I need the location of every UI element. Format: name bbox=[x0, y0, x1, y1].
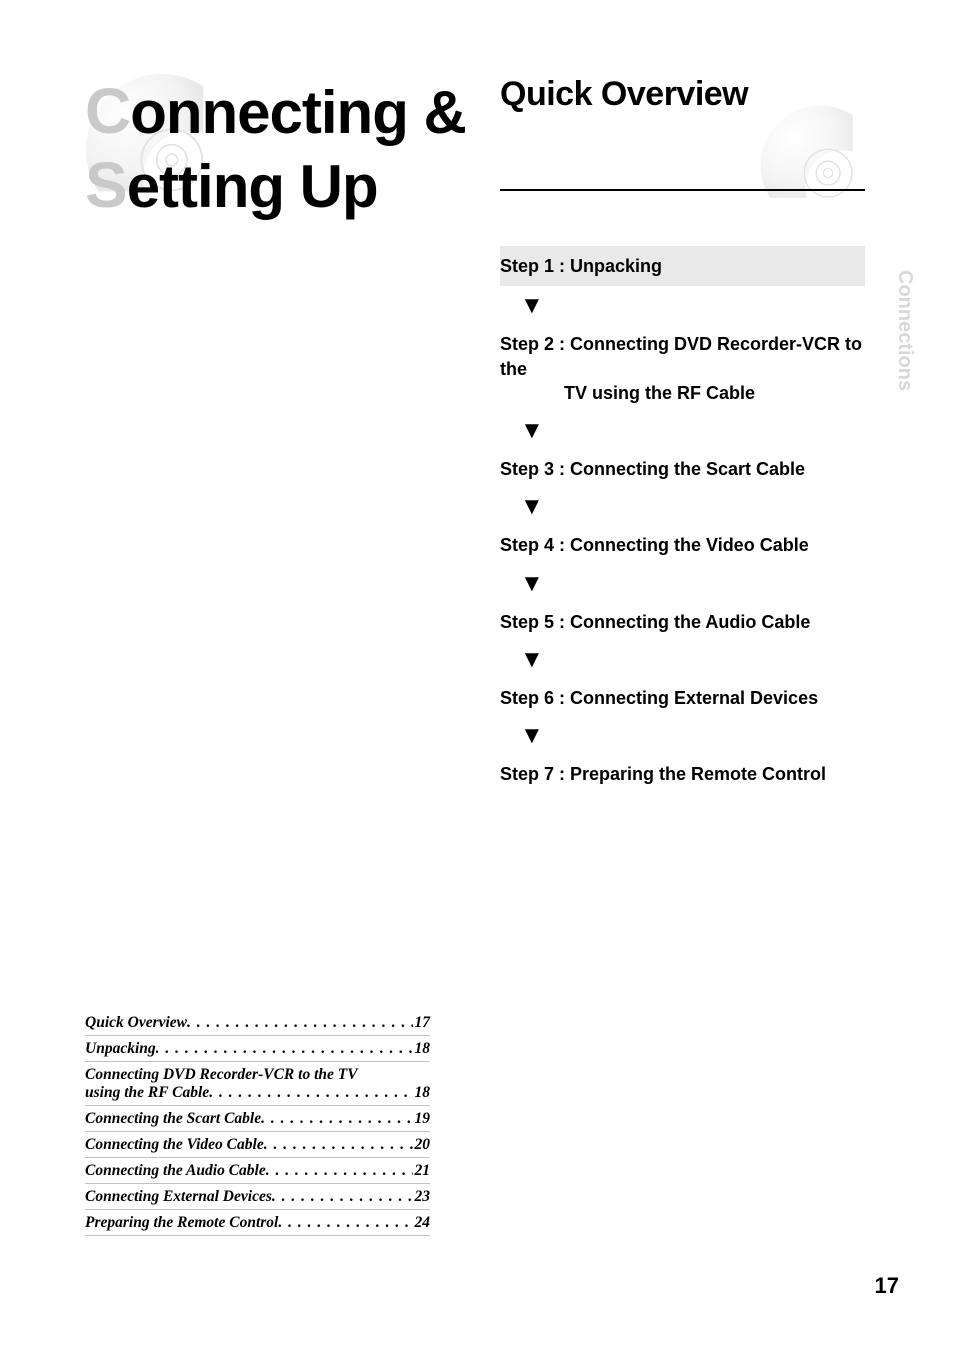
toc-row: Connecting DVD Recorder-VCR to the TV bbox=[85, 1062, 430, 1084]
toc-dots bbox=[278, 1214, 412, 1232]
table-of-contents: Quick Overview 17 Unpacking 18 Connecting DV… bbox=[85, 1010, 430, 1236]
toc-dots bbox=[209, 1084, 412, 1102]
step-item: Step 1 : Unpacking bbox=[500, 246, 865, 286]
title-rest-1: onnecting & bbox=[130, 79, 466, 146]
left-column: Connecting & Setting Up bbox=[85, 75, 485, 242]
right-column: Quick Overview Step 1 : Unpacking▼Step 2… bbox=[500, 75, 870, 793]
step-subline: TV using the RF Cable bbox=[500, 381, 865, 405]
toc-dots bbox=[272, 1188, 413, 1206]
down-arrow-icon: ▼ bbox=[500, 640, 865, 680]
toc-page: 19 bbox=[413, 1110, 431, 1128]
side-tab-label: Connections bbox=[893, 270, 916, 391]
section-divider bbox=[500, 189, 865, 191]
toc-row: Quick Overview 17 bbox=[85, 1010, 430, 1036]
down-arrow-icon: ▼ bbox=[500, 286, 865, 326]
toc-label: Unpacking bbox=[85, 1040, 156, 1058]
step-item: Step 6 : Connecting External Devices bbox=[500, 680, 865, 716]
toc-dots bbox=[156, 1040, 413, 1058]
toc-row: Connecting the Video Cable 20 bbox=[85, 1132, 430, 1158]
toc-row: Connecting the Scart Cable 19 bbox=[85, 1106, 430, 1132]
toc-page: 23 bbox=[413, 1188, 431, 1206]
toc-page: 24 bbox=[413, 1214, 431, 1232]
page-number: 17 bbox=[875, 1273, 899, 1299]
toc-dots bbox=[261, 1110, 412, 1128]
toc-dots bbox=[266, 1162, 413, 1180]
toc-dots bbox=[187, 1014, 412, 1032]
title-capital-2: S bbox=[85, 149, 127, 221]
section-heading: Quick Overview bbox=[500, 75, 870, 114]
down-arrow-icon: ▼ bbox=[500, 564, 865, 604]
toc-label: Quick Overview bbox=[85, 1014, 187, 1032]
toc-label: Connecting the Audio Cable bbox=[85, 1162, 266, 1180]
step-item: Step 5 : Connecting the Audio Cable bbox=[500, 604, 865, 640]
toc-label: using the RF Cable bbox=[85, 1084, 209, 1102]
down-arrow-icon: ▼ bbox=[500, 716, 865, 756]
toc-label: Connecting the Scart Cable bbox=[85, 1110, 261, 1128]
toc-page: 17 bbox=[413, 1014, 431, 1032]
toc-row: Connecting the Audio Cable 21 bbox=[85, 1158, 430, 1184]
steps-list: Step 1 : Unpacking▼Step 2 : Connecting D… bbox=[500, 246, 865, 793]
step-item: Step 4 : Connecting the Video Cable bbox=[500, 527, 865, 563]
toc-page: 18 bbox=[413, 1084, 431, 1102]
chapter-title: Connecting & Setting Up bbox=[85, 75, 485, 222]
toc-page: 21 bbox=[413, 1162, 431, 1180]
step-item: Step 2 : Connecting DVD Recorder-VCR to … bbox=[500, 326, 865, 411]
toc-page: 18 bbox=[413, 1040, 431, 1058]
toc-row: Preparing the Remote Control 24 bbox=[85, 1210, 430, 1236]
toc-row: using the RF Cable 18 bbox=[85, 1084, 430, 1106]
toc-label: Connecting DVD Recorder-VCR to the TV bbox=[85, 1066, 358, 1084]
step-item: Step 7 : Preparing the Remote Control bbox=[500, 756, 865, 792]
down-arrow-icon: ▼ bbox=[500, 411, 865, 451]
section-heading-text: Quick Overview bbox=[500, 75, 748, 113]
down-arrow-icon: ▼ bbox=[500, 487, 865, 527]
toc-label: Connecting the Video Cable bbox=[85, 1136, 264, 1154]
toc-row: Connecting External Devices 23 bbox=[85, 1184, 430, 1210]
title-rest-2: etting Up bbox=[127, 153, 378, 220]
toc-dots bbox=[264, 1136, 413, 1154]
toc-label: Connecting External Devices bbox=[85, 1188, 272, 1206]
toc-label: Preparing the Remote Control bbox=[85, 1214, 278, 1232]
title-capital-1: C bbox=[85, 75, 130, 147]
toc-row: Unpacking 18 bbox=[85, 1036, 430, 1062]
page: Connecting & Setting Up Quick Overview bbox=[0, 0, 954, 1349]
toc-page: 20 bbox=[413, 1136, 431, 1154]
step-item: Step 3 : Connecting the Scart Cable bbox=[500, 451, 865, 487]
